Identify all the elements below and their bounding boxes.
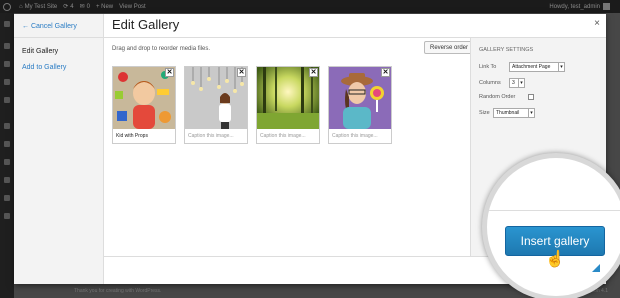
comments-icon[interactable] xyxy=(4,97,10,103)
sidebar-item-edit-gallery[interactable]: Edit Gallery xyxy=(22,48,58,55)
caption-field[interactable]: Caption this image... xyxy=(260,133,306,139)
size-label: Size xyxy=(479,110,490,116)
wordpress-logo-icon[interactable] xyxy=(0,0,13,13)
divider xyxy=(487,210,620,211)
footer-text: Thank you for creating with WordPress. xyxy=(74,288,162,294)
view-post-link[interactable]: View Post xyxy=(119,4,146,10)
remove-icon[interactable]: ✕ xyxy=(309,68,318,77)
modal-title: Edit Gallery xyxy=(112,17,180,32)
gallery-item[interactable]: ✕ Kid with Props xyxy=(112,66,176,144)
random-order-checkbox[interactable] xyxy=(528,94,535,100)
hand-cursor-icon: ☝ xyxy=(545,251,565,268)
caption-field[interactable]: Caption this image... xyxy=(188,133,234,139)
gallery-item[interactable]: ✕ Caption this image... xyxy=(328,66,392,144)
tools-icon[interactable] xyxy=(4,177,10,183)
remove-icon[interactable]: ✕ xyxy=(381,68,390,77)
users-icon[interactable] xyxy=(4,159,10,165)
updates-link[interactable]: ⟳ 4 xyxy=(63,3,73,11)
remove-icon[interactable]: ✕ xyxy=(165,68,174,77)
media-icon[interactable] xyxy=(4,61,10,67)
remove-icon[interactable]: ✕ xyxy=(237,68,246,77)
close-icon[interactable]: × xyxy=(594,18,600,29)
pages-icon[interactable] xyxy=(4,79,10,85)
settings-heading: GALLERY SETTINGS xyxy=(479,47,534,53)
appearance-icon[interactable] xyxy=(4,123,10,129)
modal-sidebar: ← Cancel Gallery Edit Gallery Add to Gal… xyxy=(14,14,104,284)
home-icon: ⌂ xyxy=(19,3,23,10)
gallery-item[interactable]: ✕ Caption this image... xyxy=(184,66,248,144)
account-menu[interactable]: Howdy, test_admin xyxy=(549,3,610,10)
admin-bar: ⌂ My Test Site ⟳ 4 ✉ 0 + New View Post Howd… xyxy=(0,0,620,13)
columns-select[interactable]: 3 ▾ xyxy=(509,78,525,88)
comments-link[interactable]: ✉ 0 xyxy=(79,3,90,11)
collapse-icon[interactable] xyxy=(4,213,10,219)
caption-field[interactable]: Caption this image... xyxy=(332,133,378,139)
columns-row: Columns 3 ▾ xyxy=(479,78,525,88)
corner-decoration xyxy=(592,264,600,272)
comment-icon: ✉ xyxy=(79,4,85,10)
link-to-label: Link To xyxy=(479,64,497,70)
columns-label: Columns xyxy=(479,80,501,86)
updates-icon: ⟳ xyxy=(63,4,69,10)
divider xyxy=(14,37,104,38)
size-select[interactable]: Thumbnail ▾ xyxy=(493,108,535,118)
caption-field[interactable]: Kid with Props xyxy=(116,133,148,139)
sidebar-item-add-to-gallery[interactable]: Add to Gallery xyxy=(22,64,66,71)
admin-menu xyxy=(0,13,14,298)
new-content-link[interactable]: + New xyxy=(96,4,113,10)
random-order-label: Random Order xyxy=(479,94,516,100)
link-to-select[interactable]: Attachment Page ▾ xyxy=(509,62,565,72)
settings-icon[interactable] xyxy=(4,195,10,201)
cancel-gallery-link[interactable]: ← Cancel Gallery xyxy=(22,23,77,30)
chevron-down-icon: ▾ xyxy=(518,79,524,87)
reverse-order-button[interactable]: Reverse order xyxy=(424,41,474,54)
site-name-link[interactable]: ⌂ My Test Site xyxy=(19,4,57,10)
gallery-content: Drag and drop to reorder media files. Re… xyxy=(104,38,474,256)
gallery-item[interactable]: ✕ Caption this image... xyxy=(256,66,320,144)
chevron-down-icon: ▾ xyxy=(558,63,564,71)
plugins-icon[interactable] xyxy=(4,141,10,147)
link-to-row: Link To Attachment Page ▾ xyxy=(479,62,565,72)
posts-icon[interactable] xyxy=(4,43,10,49)
random-order-row: Random Order xyxy=(479,94,535,100)
reorder-instruction: Drag and drop to reorder media files. xyxy=(112,46,211,52)
avatar xyxy=(603,3,610,10)
chevron-down-icon: ▾ xyxy=(528,109,534,117)
size-row: Size Thumbnail ▾ xyxy=(479,108,535,118)
dashboard-icon[interactable] xyxy=(4,21,10,27)
